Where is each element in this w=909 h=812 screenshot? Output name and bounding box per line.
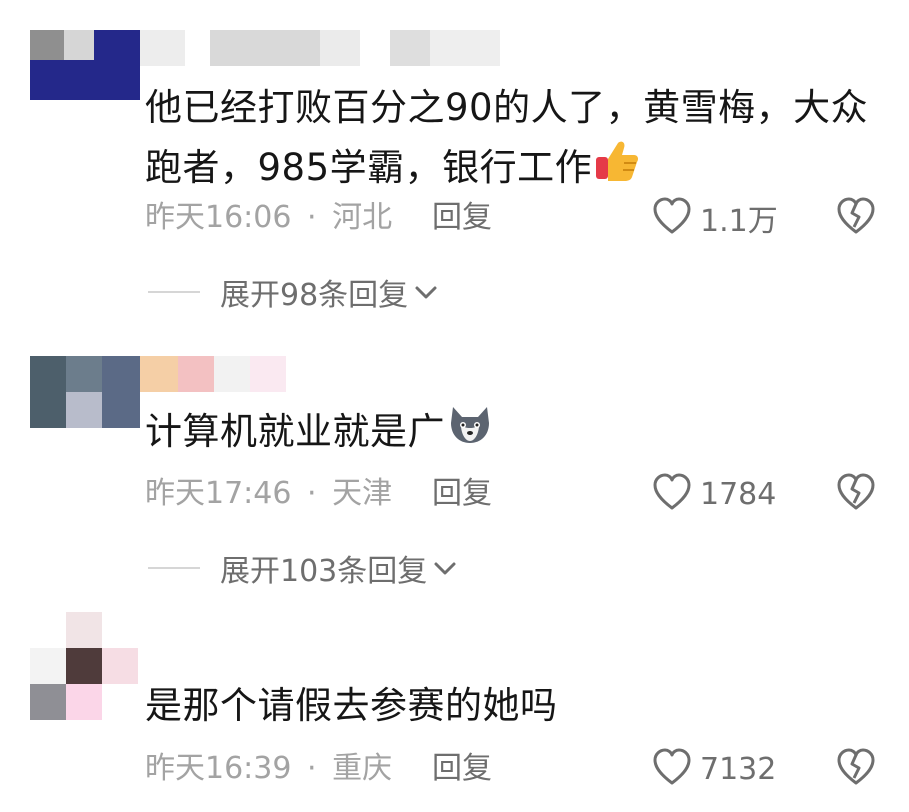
like-button[interactable]: 1784 <box>652 473 777 515</box>
expand-replies-button[interactable]: 展开103条回复 <box>148 548 457 589</box>
heart-icon <box>652 748 692 790</box>
thumbs-up-icon <box>594 139 640 201</box>
dislike-button[interactable] <box>836 748 876 790</box>
meta-separator: · <box>307 751 317 786</box>
comment-time: 昨天16:06 <box>145 200 292 235</box>
expand-replies-button[interactable]: 展开98条回复 <box>148 272 438 313</box>
comment-text: 是那个请假去参赛的她吗 <box>145 676 880 736</box>
comment-time: 昨天16:39 <box>145 751 292 786</box>
reply-button[interactable]: 回复 <box>432 749 492 789</box>
avatar[interactable] <box>30 30 140 120</box>
dislike-button[interactable] <box>836 473 876 515</box>
comment-location: 河北 <box>332 200 393 235</box>
comment-time: 昨天17:46 <box>145 476 292 511</box>
chevron-down-icon <box>433 558 457 578</box>
broken-heart-icon <box>836 197 876 239</box>
like-button[interactable]: 1.1万 <box>652 197 778 239</box>
husky-dog-icon <box>447 403 493 465</box>
comment-location: 重庆 <box>332 751 393 786</box>
heart-icon <box>652 473 692 515</box>
reply-button[interactable]: 回复 <box>432 474 492 514</box>
meta-separator: · <box>307 200 317 235</box>
reply-button[interactable]: 回复 <box>432 198 492 238</box>
divider-line <box>148 567 200 569</box>
like-count: 7132 <box>700 751 777 787</box>
comment-meta: 昨天17:46 · 天津 <box>145 474 392 514</box>
broken-heart-icon <box>836 473 876 515</box>
comment-text-body: 是那个请假去参赛的她吗 <box>145 684 558 727</box>
comment-text-body: 他已经打败百分之90的人了，黄雪梅，大众跑者，985学霸，银行工作 <box>145 86 869 189</box>
like-count: 1.1万 <box>700 204 778 239</box>
expand-replies-label: 展开98条回复 <box>220 278 409 313</box>
heart-icon <box>652 197 692 239</box>
comment-text: 计算机就业就是广 <box>145 402 880 465</box>
comment-location: 天津 <box>332 476 393 511</box>
comment-meta: 昨天16:06 · 河北 <box>145 198 392 238</box>
dislike-button[interactable] <box>836 197 876 239</box>
like-button[interactable]: 7132 <box>652 748 777 790</box>
divider-line <box>148 291 200 293</box>
comment-text-body: 计算机就业就是广 <box>145 410 445 453</box>
avatar[interactable] <box>30 356 140 446</box>
comment-meta: 昨天16:39 · 重庆 <box>145 749 392 789</box>
avatar[interactable] <box>30 612 140 720</box>
chevron-down-icon <box>414 282 438 302</box>
like-count: 1784 <box>700 476 777 512</box>
broken-heart-icon <box>836 748 876 790</box>
expand-replies-label: 展开103条回复 <box>220 554 428 589</box>
meta-separator: · <box>307 476 317 511</box>
comment-text: 他已经打败百分之90的人了，黄雪梅，大众跑者，985学霸，银行工作 <box>145 78 880 201</box>
